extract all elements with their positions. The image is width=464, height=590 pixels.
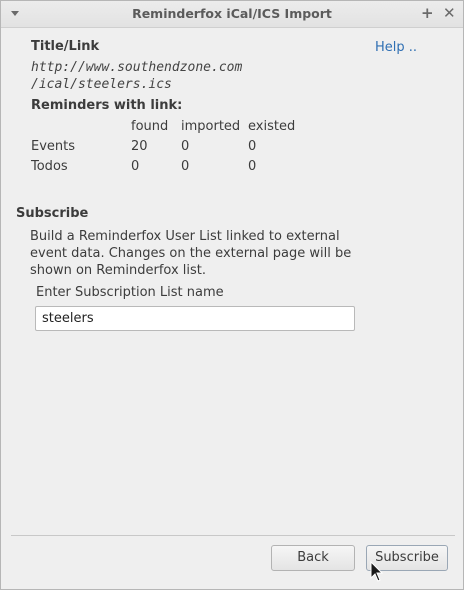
reminders-heading: Reminders with link:: [31, 98, 183, 113]
url-line-2: /ical/steelers.ics: [31, 77, 172, 92]
events-imported-value: 0: [181, 139, 190, 154]
title-link-label: Title/Link: [31, 39, 100, 54]
subscribe-heading: Subscribe: [16, 206, 89, 221]
events-found-value: 20: [131, 139, 148, 154]
title-bar: Reminderfox iCal/ICS Import + ✕: [1, 1, 463, 28]
subscribe-description: Build a Reminderfox User List linked to …: [30, 229, 352, 278]
mouse-pointer-icon: [370, 561, 384, 582]
todos-found-value: 0: [131, 159, 140, 174]
row-label-events: Events: [31, 139, 76, 154]
todos-imported-value: 0: [181, 159, 190, 174]
help-link[interactable]: Help ..: [375, 40, 417, 55]
events-existed-value: 0: [248, 139, 257, 154]
column-header-found: found: [131, 119, 169, 134]
url-line-1: http://www.southendzone.com: [31, 60, 243, 75]
window-title: Reminderfox iCal/ICS Import: [132, 6, 332, 21]
footer-divider: [11, 535, 455, 536]
back-button[interactable]: Back: [271, 545, 355, 571]
todos-existed-value: 0: [248, 159, 257, 174]
maximize-icon[interactable]: +: [421, 4, 434, 22]
column-header-existed: existed: [248, 119, 296, 134]
subscription-name-label: Enter Subscription List name: [36, 285, 224, 300]
import-dialog-window: Reminderfox iCal/ICS Import + ✕ Title/Li…: [0, 0, 464, 590]
close-icon[interactable]: ✕: [443, 4, 456, 22]
row-label-todos: Todos: [31, 159, 68, 174]
column-header-imported: imported: [181, 119, 241, 134]
subscription-name-input[interactable]: [35, 306, 355, 331]
